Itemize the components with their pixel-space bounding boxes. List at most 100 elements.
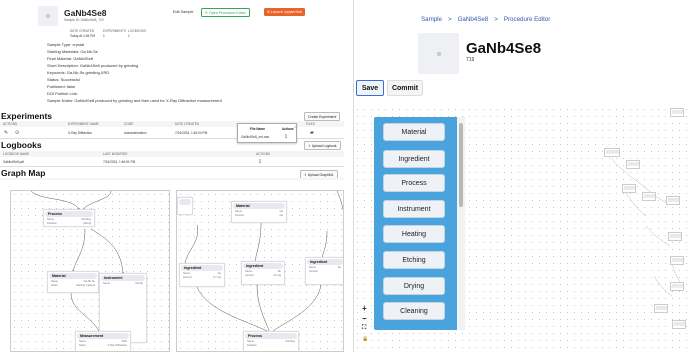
graph-node-ingredient[interactable]: Ingredient Name Nb Amount 4.0 mg xyxy=(241,261,285,285)
create-experiment-button[interactable]: Create Experiment xyxy=(304,112,341,121)
graph-node-material[interactable]: Material Name Ga Amount Ga xyxy=(231,201,287,223)
stat-label: LOGBOOKS xyxy=(128,29,147,33)
lock-icon[interactable]: 🔒 xyxy=(362,336,368,342)
palette-item-etching[interactable]: Etching xyxy=(383,251,445,269)
graphmap-table-header xyxy=(0,178,344,180)
fit-view-icon[interactable]: ⛶ xyxy=(362,325,366,332)
detail-line: Final Material: GaNb4Se8 xyxy=(47,56,94,61)
palette-scroll-thumb[interactable] xyxy=(459,123,463,207)
minimap-node[interactable] xyxy=(642,192,656,201)
popup-col-header: File Name xyxy=(250,127,266,131)
edge xyxy=(254,222,262,262)
breadcrumb-sample-name[interactable]: GaNb4Se8 xyxy=(458,16,489,23)
graph-node-material[interactable]: Material Name Ga,Nb,Se Notes Starting mate… xyxy=(47,271,99,293)
node-row: Duration [rating] xyxy=(47,222,91,225)
stat-label: EXPERIMENTS xyxy=(103,29,126,33)
open-procedure-editor-button[interactable]: ⇱ Open Procedure Editor xyxy=(201,8,250,17)
node-title: Material xyxy=(49,273,97,279)
minimap-node[interactable] xyxy=(670,256,684,265)
minimap-node[interactable] xyxy=(668,232,682,241)
upload-logbook-button[interactable]: ⇪ Upload Logbook xyxy=(304,141,341,150)
detail-line: Keywords: Ga,Nb,Se,grinding,XRD xyxy=(47,70,110,75)
folder-icon[interactable]: ▰ xyxy=(310,130,314,136)
node-row: Notes X-Ray Diffraction xyxy=(79,344,127,347)
procedure-editor-panel: Sample > GaNb4Se8 > Procedure Editor GaNb4Se… xyxy=(353,0,689,352)
edit-icon[interactable]: ✎ xyxy=(4,130,8,136)
detail-line: Starting Materials: Ga,Nb,Se xyxy=(47,49,98,54)
upload-logbook-label: Upload Logbook xyxy=(311,143,337,148)
minimap-node[interactable] xyxy=(666,196,680,205)
minimap-node[interactable] xyxy=(626,160,640,169)
minimap-node[interactable] xyxy=(670,108,684,117)
minimap-node[interactable] xyxy=(622,184,636,193)
minimap-node[interactable] xyxy=(670,282,684,291)
commit-button[interactable]: Commit xyxy=(387,80,423,96)
logbooks-table-header xyxy=(0,151,344,157)
screenshot-root: GaNb4Se8 Sample ID: GaNb4Se8_719 DATE CR… xyxy=(0,0,689,352)
download-icon[interactable]: ⇩ xyxy=(258,159,262,165)
zoom-out-icon[interactable]: − xyxy=(362,314,367,323)
col-header: ACTIONS xyxy=(256,152,271,156)
detail-line: Short Description: GaNb4Se8 produced by … xyxy=(47,63,139,68)
logbook-date: 7/24/2024, 1:46:51 PM xyxy=(103,160,136,164)
sample-id: 719 xyxy=(466,57,475,63)
palette-item-ingredient[interactable]: Ingredient xyxy=(383,150,445,168)
breadcrumb-separator: > xyxy=(447,16,452,23)
upload-graphml-label: Upload GraphML xyxy=(307,172,334,177)
palette-item-process[interactable]: Process xyxy=(383,174,445,192)
palette-item-material[interactable]: Material xyxy=(383,123,445,141)
stat-value: Today At 1:45 PM xyxy=(70,34,95,38)
graph-node-process[interactable]: Process Name Grinding Duration [rating] xyxy=(43,209,95,227)
node-palette: Material Ingredient Process Instrument H… xyxy=(374,117,465,330)
zoom-in-icon[interactable]: + xyxy=(362,304,367,313)
view-icon[interactable]: ⊙ xyxy=(15,130,19,136)
minimap-node[interactable] xyxy=(672,320,686,329)
edge xyxy=(30,191,80,210)
graph-node-partial[interactable] xyxy=(177,197,193,215)
palette-item-cleaning[interactable]: Cleaning xyxy=(383,302,445,320)
sample-title: GaNb4Se8 xyxy=(64,8,107,18)
edit-sample-button[interactable]: Edit Sample xyxy=(173,10,193,14)
col-header: FILES xyxy=(306,122,315,126)
files-popup: File Name Actions GaNb4Se8_xrd.raw ⇩ × xyxy=(237,123,297,143)
graph-node-ingredient[interactable]: Ingredient Name Ga Amount 0.7 mg xyxy=(179,263,225,287)
graph-node-ingredient[interactable]: Ingredient Name Se Amount xyxy=(305,257,343,285)
close-icon[interactable]: × xyxy=(294,124,296,129)
logbook-name[interactable]: GaNb4Se8.pdf xyxy=(3,160,24,164)
node-row: Name Mortar xyxy=(103,282,143,285)
detail-line: Sample Notes: GaNb4Se8 produced by grind… xyxy=(47,98,222,103)
sample-thumbnail xyxy=(38,6,58,26)
download-icon[interactable]: ⇩ xyxy=(284,134,288,140)
detail-line: Published: false xyxy=(47,84,76,89)
open-editor-label: Open Procedure Editor xyxy=(209,10,246,15)
graph-node-process[interactable]: Process Name Grinding Duration xyxy=(243,331,299,351)
node-title: Measurement xyxy=(77,333,129,339)
page-title: GaNb4Se8 xyxy=(466,40,542,57)
node-row: Amount xyxy=(309,270,318,273)
palette-item-drying[interactable]: Drying xyxy=(383,277,445,295)
palette-item-instrument[interactable]: Instrument xyxy=(383,200,445,218)
minimap-node[interactable] xyxy=(604,148,620,157)
minimap-node[interactable] xyxy=(654,304,668,313)
logbooks-heading: Logbooks xyxy=(1,140,42,150)
col-header: ACTIONS xyxy=(3,122,18,126)
sample-detail-panel: GaNb4Se8 Sample ID: GaNb4Se8_719 DATE CR… xyxy=(0,0,344,180)
node-title: Ingredient xyxy=(243,263,283,269)
graph-canvas-left[interactable]: Process Name Grinding Duration [rating] Ma… xyxy=(10,190,170,352)
palette-item-heating[interactable]: Heating xyxy=(383,225,445,243)
graph-node-measurement[interactable]: Measurement Name XRD Notes X-Ray Diffracti… xyxy=(75,331,131,351)
edge xyxy=(72,228,86,272)
edge xyxy=(336,191,343,211)
save-button[interactable]: Save xyxy=(356,80,384,96)
col-header: CODE xyxy=(124,122,134,126)
breadcrumb-sample[interactable]: Sample xyxy=(421,16,442,23)
edge xyxy=(82,191,112,210)
sample-id: Sample ID: GaNb4Se8_719 xyxy=(64,18,104,22)
graph-canvas-middle[interactable]: Material Name Ga Amount Ga Ingredient Name… xyxy=(176,190,344,352)
node-title: Instrument xyxy=(101,275,145,281)
launch-jupyterhub-button[interactable]: ⊕ Launch JupyterHub xyxy=(264,8,306,16)
col-header: EXPERIMENT NAME xyxy=(68,122,99,126)
edge xyxy=(196,286,268,332)
node-row: Amount Ga xyxy=(235,214,283,217)
popup-file-name[interactable]: GaNb4Se8_xrd.raw xyxy=(241,135,269,139)
